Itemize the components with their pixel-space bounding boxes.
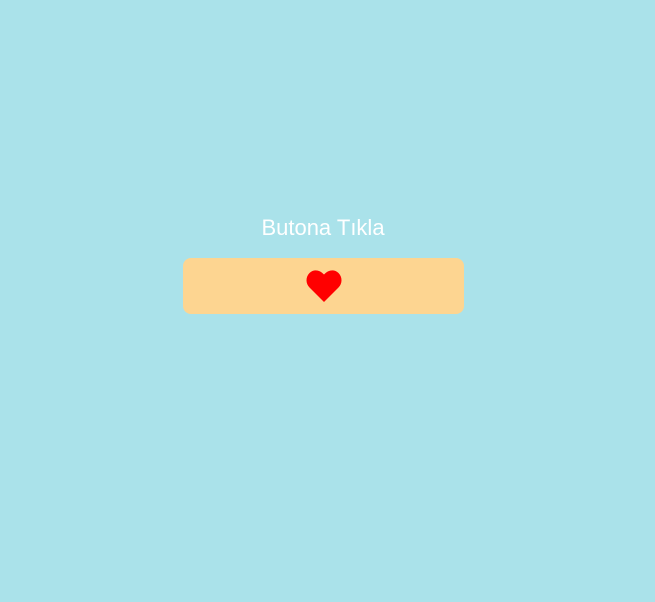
heart-button[interactable] — [183, 258, 464, 314]
page-title: Butona Tıkla — [261, 215, 385, 240]
heart-icon — [306, 269, 341, 302]
